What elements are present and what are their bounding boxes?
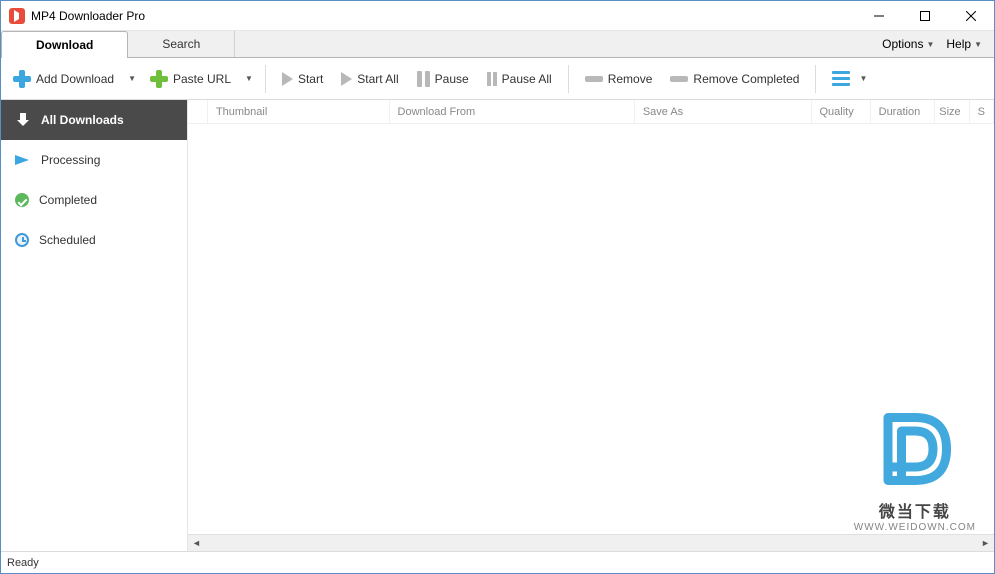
sidebar-item-completed[interactable]: Completed <box>1 180 187 220</box>
col-label: Size <box>939 106 960 118</box>
col-label: Duration <box>879 106 921 118</box>
add-download-button[interactable]: Add Download <box>5 66 122 92</box>
tab-strip: Download Search Options▼ Help▼ <box>1 31 994 58</box>
close-button[interactable] <box>948 1 994 31</box>
sidebar-item-processing[interactable]: Processing <box>1 140 187 180</box>
col-quality[interactable]: Quality <box>812 100 871 123</box>
list-icon <box>832 71 850 86</box>
plus-icon <box>150 70 168 88</box>
col-label: Save As <box>643 106 683 118</box>
tab-label: Search <box>162 37 200 51</box>
tab-search[interactable]: Search <box>128 31 235 57</box>
col-extra[interactable]: S <box>970 100 994 123</box>
app-icon <box>9 8 25 24</box>
scroll-right-button[interactable]: ► <box>977 535 994 552</box>
maximize-button[interactable] <box>902 1 948 31</box>
menu-bar: Options▼ Help▼ <box>878 31 994 57</box>
pause-icon <box>417 71 430 87</box>
window-title: MP4 Downloader Pro <box>31 9 145 23</box>
button-label: Remove Completed <box>693 72 799 86</box>
view-list-button[interactable]: ▼ <box>824 67 879 90</box>
button-label: Start All <box>357 72 398 86</box>
col-save-as[interactable]: Save As <box>635 100 812 123</box>
body: All Downloads Processing Completed Sched… <box>1 100 994 551</box>
button-label: Add Download <box>36 72 114 86</box>
status-text: Ready <box>7 557 39 569</box>
col-label: Quality <box>820 106 854 118</box>
sidebar-item-scheduled[interactable]: Scheduled <box>1 220 187 260</box>
chevron-down-icon: ▼ <box>926 40 934 49</box>
add-download-dropdown[interactable]: ▼ <box>124 74 140 83</box>
paste-url-dropdown[interactable]: ▼ <box>241 74 257 83</box>
tab-label: Download <box>36 38 93 52</box>
paste-url-button[interactable]: Paste URL <box>142 66 239 92</box>
button-label: Start <box>298 72 323 86</box>
col-thumbnail[interactable]: Thumbnail <box>208 100 390 123</box>
menu-options[interactable]: Options▼ <box>878 34 938 54</box>
col-duration[interactable]: Duration <box>871 100 935 123</box>
sidebar-item-label: All Downloads <box>41 113 124 127</box>
tab-download[interactable]: Download <box>1 31 128 58</box>
status-bar: Ready <box>1 551 994 573</box>
start-all-button[interactable]: Start All <box>333 68 406 90</box>
col-checkbox[interactable] <box>188 100 208 123</box>
sidebar-item-label: Completed <box>39 193 97 207</box>
minus-icon <box>585 76 603 82</box>
remove-button[interactable]: Remove <box>577 68 661 90</box>
grid-header: Thumbnail Download From Save As Quality … <box>188 100 994 124</box>
toolbar: Add Download ▼ Paste URL ▼ Start Start A… <box>1 58 994 100</box>
grid-body[interactable] <box>188 124 994 534</box>
scroll-left-button[interactable]: ◄ <box>188 535 205 552</box>
col-download-from[interactable]: Download From <box>390 100 635 123</box>
separator <box>568 65 569 93</box>
sidebar-item-label: Scheduled <box>39 233 96 247</box>
plus-icon <box>13 70 31 88</box>
sidebar-item-label: Processing <box>41 153 100 167</box>
start-button[interactable]: Start <box>274 68 331 90</box>
col-label: Download From <box>398 106 476 118</box>
scroll-track[interactable] <box>205 535 977 552</box>
button-label: Remove <box>608 72 653 86</box>
play-icon <box>282 72 293 86</box>
download-icon <box>15 113 31 127</box>
button-label: Pause <box>435 72 469 86</box>
col-label: Thumbnail <box>216 106 267 118</box>
pause-all-icon <box>487 72 497 86</box>
pause-button[interactable]: Pause <box>409 67 477 91</box>
col-size[interactable]: Size <box>935 100 970 123</box>
col-label: S <box>978 106 985 118</box>
chevron-down-icon: ▼ <box>974 40 982 49</box>
minimize-button[interactable] <box>856 1 902 31</box>
menu-label: Options <box>882 37 923 51</box>
menu-help[interactable]: Help▼ <box>942 34 986 54</box>
sidebar-item-all-downloads[interactable]: All Downloads <box>1 100 187 140</box>
button-label: Paste URL <box>173 72 231 86</box>
arrow-right-icon <box>15 155 31 165</box>
chevron-down-icon: ▼ <box>855 74 871 83</box>
play-icon <box>341 72 352 86</box>
check-icon <box>15 193 29 207</box>
titlebar: MP4 Downloader Pro <box>1 1 994 31</box>
horizontal-scrollbar[interactable]: ◄ ► <box>188 534 994 551</box>
pause-all-button[interactable]: Pause All <box>479 68 560 90</box>
separator <box>815 65 816 93</box>
button-label: Pause All <box>502 72 552 86</box>
menu-label: Help <box>946 37 971 51</box>
remove-completed-button[interactable]: Remove Completed <box>662 68 807 90</box>
sidebar: All Downloads Processing Completed Sched… <box>1 100 188 551</box>
clock-icon <box>15 233 29 247</box>
minus-icon <box>670 76 688 82</box>
separator <box>265 65 266 93</box>
main-panel: Thumbnail Download From Save As Quality … <box>188 100 994 551</box>
window-controls <box>856 1 994 31</box>
